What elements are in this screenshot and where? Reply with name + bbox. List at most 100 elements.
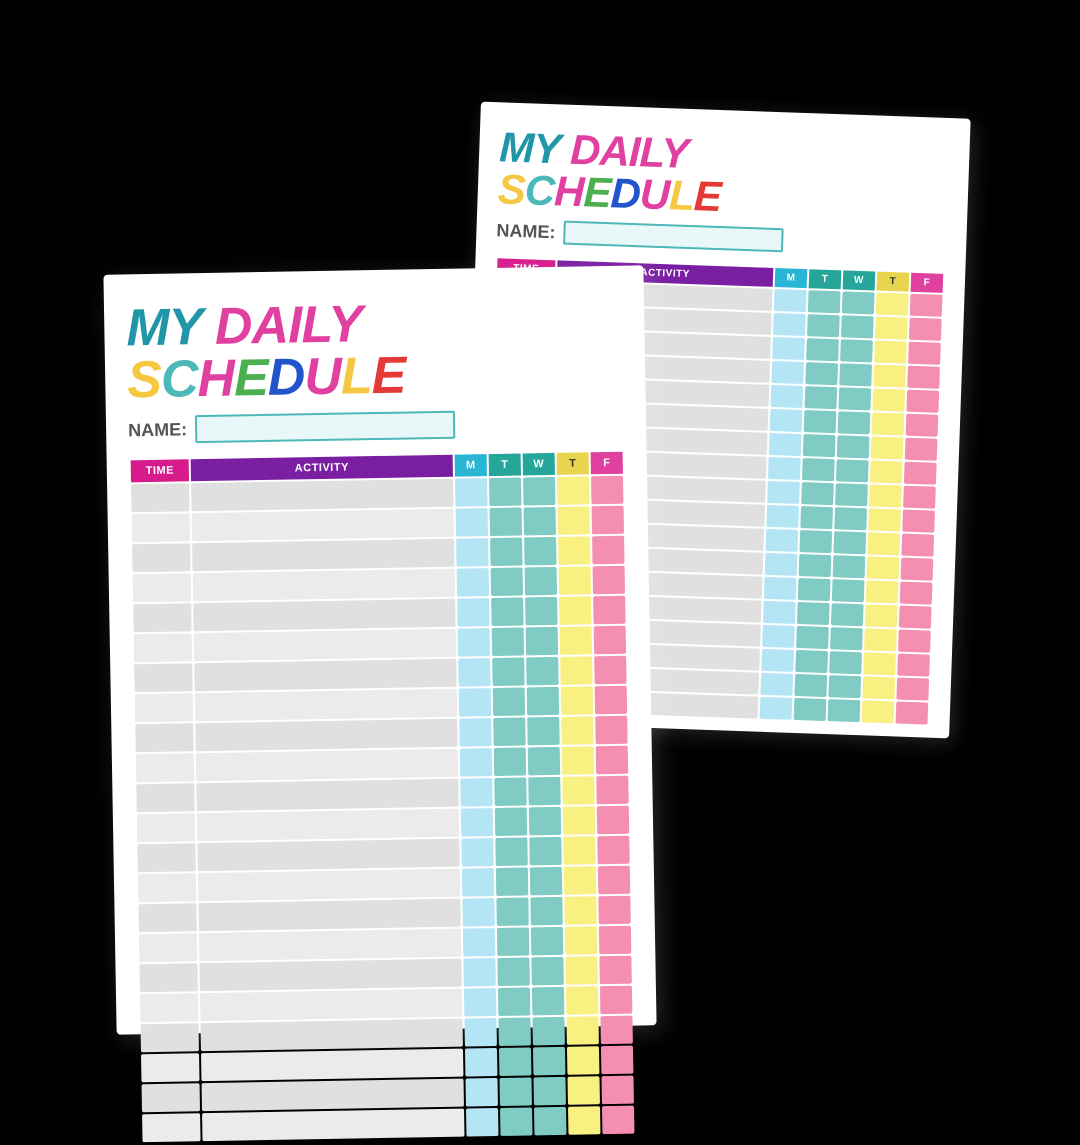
front-cell-w[interactable] [530,867,562,896]
front-cell-w[interactable] [527,717,559,746]
front-cell-th[interactable] [563,806,595,835]
front-cell-t[interactable] [499,1047,531,1076]
front-cell-m[interactable] [457,568,489,597]
front-cell-m[interactable] [458,658,490,687]
front-cell-time[interactable] [131,483,189,512]
front-cell-m[interactable] [458,628,490,657]
back-cell-w[interactable] [829,651,862,674]
back-cell-m[interactable] [767,481,800,504]
front-cell-m[interactable] [461,838,493,867]
front-cell-time[interactable] [137,843,195,872]
back-cell-f[interactable] [901,534,934,557]
back-cell-th[interactable] [867,556,900,579]
front-cell-activity[interactable] [195,689,457,722]
front-cell-m[interactable] [463,958,495,987]
back-cell-f[interactable] [907,366,940,389]
back-cell-f[interactable] [900,582,933,605]
front-cell-time[interactable] [134,663,192,692]
front-cell-t[interactable] [497,957,529,986]
back-cell-w[interactable] [836,459,869,482]
front-cell-m[interactable] [465,1078,497,1107]
back-cell-w[interactable] [832,579,865,602]
front-cell-f[interactable] [597,806,629,835]
front-cell-f[interactable] [598,866,630,895]
back-cell-th[interactable] [872,412,905,435]
front-cell-f[interactable] [595,716,627,745]
front-cell-w[interactable] [528,747,560,776]
back-cell-w[interactable] [830,627,863,650]
back-cell-th[interactable] [876,293,909,316]
back-cell-th[interactable] [868,508,901,531]
front-cell-m[interactable] [456,508,488,537]
front-cell-w[interactable] [524,537,556,566]
front-cell-activity[interactable] [198,869,460,902]
front-cell-t[interactable] [497,927,529,956]
back-cell-m[interactable] [770,409,803,432]
front-cell-w[interactable] [533,1047,565,1076]
front-cell-time[interactable] [142,1083,200,1112]
front-cell-m[interactable] [465,1048,497,1077]
back-cell-t[interactable] [806,338,839,361]
front-cell-t[interactable] [495,807,527,836]
back-cell-f[interactable] [903,486,936,509]
front-cell-w[interactable] [526,657,558,686]
back-cell-w[interactable] [834,507,867,530]
back-cell-th[interactable] [864,628,897,651]
back-cell-t[interactable] [802,458,835,481]
back-cell-w[interactable] [831,603,864,626]
back-cell-f[interactable] [896,701,929,724]
front-cell-m[interactable] [463,928,495,957]
back-cell-w[interactable] [842,291,875,314]
front-cell-m[interactable] [462,868,494,897]
back-cell-f[interactable] [902,510,935,533]
front-cell-activity[interactable] [202,1079,464,1112]
front-cell-m[interactable] [459,688,491,717]
front-cell-time[interactable] [136,753,194,782]
back-cell-m[interactable] [771,361,804,384]
back-cell-m[interactable] [768,457,801,480]
front-cell-f[interactable] [602,1106,634,1135]
front-cell-f[interactable] [596,746,628,775]
front-cell-activity[interactable] [199,959,461,992]
back-cell-m[interactable] [763,601,796,624]
front-cell-th[interactable] [566,1016,598,1045]
front-cell-f[interactable] [593,596,625,625]
front-cell-m[interactable] [466,1108,498,1137]
front-cell-f[interactable] [600,1016,632,1045]
front-cell-th[interactable] [568,1106,600,1135]
back-cell-th[interactable] [869,484,902,507]
back-cell-w[interactable] [840,339,873,362]
front-cell-m[interactable] [464,988,496,1017]
front-cell-th[interactable] [565,926,597,955]
front-cell-t[interactable] [494,747,526,776]
front-cell-th[interactable] [567,1076,599,1105]
back-cell-f[interactable] [896,678,929,701]
back-cell-t[interactable] [803,434,836,457]
front-cell-w[interactable] [532,1017,564,1046]
front-cell-t[interactable] [493,717,525,746]
front-cell-f[interactable] [601,1046,633,1075]
front-cell-t[interactable] [490,538,522,567]
front-cell-t[interactable] [493,687,525,716]
front-cell-time[interactable] [140,993,198,1022]
front-cell-activity[interactable] [196,779,458,812]
front-cell-f[interactable] [597,836,629,865]
front-cell-f[interactable] [591,476,623,505]
back-cell-th[interactable] [873,365,906,388]
back-cell-f[interactable] [897,654,930,677]
front-cell-activity[interactable] [193,599,455,632]
front-cell-w[interactable] [529,807,561,836]
front-cell-f[interactable] [600,986,632,1015]
front-cell-time[interactable] [139,963,197,992]
front-cell-th[interactable] [560,656,592,685]
front-cell-f[interactable] [592,506,624,535]
front-cell-w[interactable] [530,897,562,926]
back-cell-f[interactable] [906,414,939,437]
back-cell-m[interactable] [761,649,794,672]
front-cell-time[interactable] [138,903,196,932]
front-cell-activity[interactable] [194,629,456,662]
back-cell-m[interactable] [774,289,807,312]
front-cell-th[interactable] [559,596,591,625]
front-cell-time[interactable] [139,933,197,962]
back-cell-m[interactable] [765,553,798,576]
